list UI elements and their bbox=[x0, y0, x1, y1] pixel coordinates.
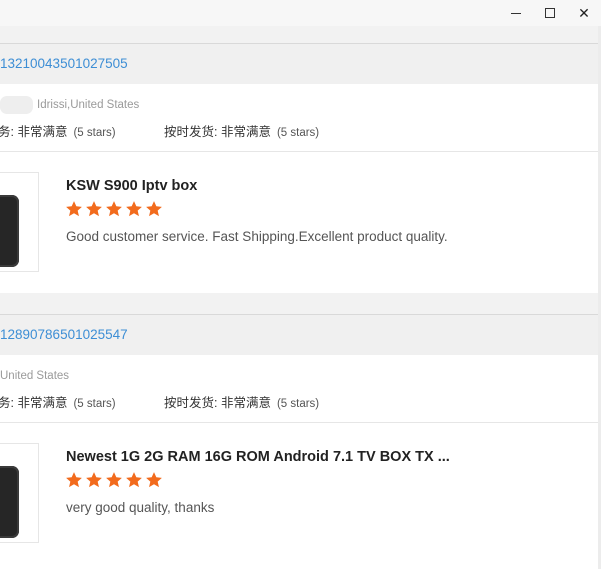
divider bbox=[0, 151, 598, 152]
order-header: 13210043501027505 bbox=[0, 44, 598, 84]
review-text: Good customer service. Fast Shipping.Exc… bbox=[66, 229, 448, 244]
service-rating: 务: 非常满意 (5 stars) bbox=[0, 392, 116, 411]
order-header: 12890786501025547 bbox=[0, 315, 598, 355]
star-icon bbox=[86, 201, 102, 217]
star-icon bbox=[146, 201, 162, 217]
review-card: 13210043501027505 Idrissi,United States … bbox=[0, 43, 598, 294]
minimize-icon bbox=[511, 12, 521, 14]
reviews-list[interactable]: 13210043501027505 Idrissi,United States … bbox=[0, 26, 598, 569]
star-icon bbox=[126, 201, 142, 217]
product-title[interactable]: KSW S900 Iptv box bbox=[66, 178, 197, 194]
buyer-location: United States bbox=[0, 370, 70, 382]
service-rating-stars: (5 stars) bbox=[73, 398, 116, 410]
star-icon bbox=[66, 472, 82, 488]
list-spacer bbox=[0, 293, 598, 314]
shipping-rating-label: 按时发货: 非常满意 bbox=[164, 125, 271, 139]
title-bar: ✕ bbox=[0, 0, 601, 26]
list-spacer bbox=[0, 26, 598, 43]
shipping-rating-stars: (5 stars) bbox=[276, 398, 320, 410]
shipping-rating: 按时发货: 非常满意 (5 stars) bbox=[164, 392, 319, 411]
service-rating-stars: (5 stars) bbox=[73, 127, 116, 139]
star-icon bbox=[126, 472, 142, 488]
star-icon bbox=[146, 472, 162, 488]
star-rating bbox=[65, 200, 163, 220]
buyer-info: Idrissi,United States bbox=[0, 96, 139, 114]
product-thumbnail[interactable] bbox=[0, 443, 39, 543]
minimize-button[interactable] bbox=[499, 0, 533, 26]
divider bbox=[0, 422, 598, 423]
app-window: ✕ 13210043501027505 Idrissi,United State… bbox=[0, 0, 601, 569]
buyer-location: Idrissi,United States bbox=[37, 99, 140, 111]
service-rating-label: 务: 非常满意 bbox=[0, 396, 68, 410]
tv-box-image bbox=[0, 195, 19, 267]
star-rating bbox=[65, 471, 163, 491]
product-thumbnail[interactable] bbox=[0, 172, 39, 272]
star-icon bbox=[86, 472, 102, 488]
review-text: very good quality, thanks bbox=[66, 500, 215, 515]
shipping-rating: 按时发货: 非常满意 (5 stars) bbox=[164, 121, 319, 140]
star-icon bbox=[106, 472, 122, 488]
service-rating: 务: 非常满意 (5 stars) bbox=[0, 121, 116, 140]
maximize-button[interactable] bbox=[533, 0, 567, 26]
product-title[interactable]: Newest 1G 2G RAM 16G ROM Android 7.1 TV … bbox=[66, 449, 450, 465]
maximize-icon bbox=[545, 8, 555, 18]
shipping-rating-label: 按时发货: 非常满意 bbox=[164, 396, 271, 410]
buyer-info: United States bbox=[0, 367, 69, 385]
shipping-rating-stars: (5 stars) bbox=[276, 127, 320, 139]
star-icon bbox=[66, 201, 82, 217]
order-number-link[interactable]: 12890786501025547 bbox=[0, 327, 128, 342]
order-number-link[interactable]: 13210043501027505 bbox=[0, 56, 128, 71]
review-card: 12890786501025547 United States 务: 非常满意 (… bbox=[0, 314, 598, 569]
service-rating-label: 务: 非常满意 bbox=[0, 125, 68, 139]
close-icon: ✕ bbox=[578, 5, 590, 21]
avatar bbox=[0, 96, 33, 114]
close-button[interactable]: ✕ bbox=[567, 0, 601, 26]
star-icon bbox=[106, 201, 122, 217]
tv-box-image bbox=[0, 466, 19, 538]
